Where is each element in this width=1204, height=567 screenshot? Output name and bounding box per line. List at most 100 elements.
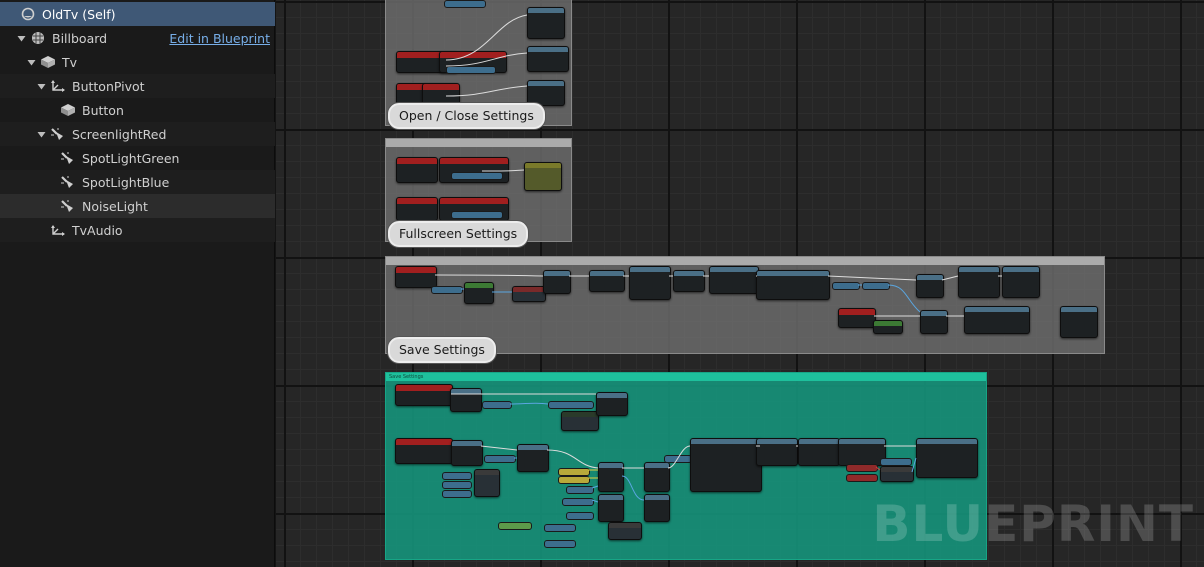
graph-node[interactable] (1060, 306, 1098, 338)
variable-node[interactable] (562, 498, 594, 506)
graph-node[interactable] (629, 266, 671, 300)
scene-icon (50, 78, 66, 94)
variable-node[interactable] (484, 455, 516, 463)
edit-in-blueprint-link[interactable]: Edit in Blueprint (169, 31, 270, 46)
comment-bubble-open-close[interactable]: Open / Close Settings (388, 103, 545, 129)
graph-node[interactable] (756, 438, 798, 466)
billboard-icon (30, 30, 46, 46)
graph-node[interactable] (395, 266, 437, 288)
chevron-down-icon[interactable] (26, 57, 36, 67)
graph-node[interactable] (838, 438, 886, 466)
tree-item-oldtv-self[interactable]: OldTv (Self) (0, 2, 275, 26)
variable-node[interactable] (498, 522, 532, 530)
variable-node[interactable] (446, 66, 496, 74)
graph-node[interactable] (451, 440, 483, 466)
graph-node[interactable] (756, 270, 830, 300)
graph-node[interactable] (1002, 266, 1040, 298)
variable-node[interactable] (558, 468, 590, 476)
graph-node[interactable] (524, 162, 562, 191)
tree-item-tv[interactable]: Tv (0, 50, 275, 74)
variable-node[interactable] (832, 282, 860, 290)
spotlight-icon (60, 198, 76, 214)
graph-node[interactable] (517, 444, 549, 472)
tree-item-tvaudio[interactable]: TvAudio (0, 218, 275, 242)
graph-node[interactable] (873, 320, 903, 334)
tree-item-label: NoiseLight (82, 198, 148, 214)
variable-node[interactable] (431, 286, 463, 294)
graph-node[interactable] (474, 469, 500, 497)
graph-node[interactable] (608, 522, 642, 540)
graph-node[interactable] (916, 274, 944, 298)
comment-header-upper (386, 257, 1104, 265)
variable-node[interactable] (558, 476, 590, 484)
graph-node[interactable] (598, 462, 624, 492)
graph-node[interactable] (920, 310, 948, 334)
variable-node[interactable] (442, 472, 472, 480)
tree-item-billboard[interactable]: Billboard Edit in Blueprint (0, 26, 275, 50)
variable-node[interactable] (442, 481, 472, 489)
tree-item-button[interactable]: Button (0, 98, 275, 122)
graph-node[interactable] (396, 157, 438, 183)
graph-node[interactable] (880, 466, 914, 482)
blueprint-graph-canvas[interactable]: Open / Close Settings Fullscreen Setting… (276, 0, 1204, 567)
graph-node[interactable] (964, 306, 1030, 334)
static-mesh-icon (40, 54, 56, 70)
tree-item-spotlightgreen[interactable]: SpotLightGreen (0, 146, 275, 170)
comment-bubble-fullscreen[interactable]: Fullscreen Settings (388, 221, 529, 247)
chevron-down-icon[interactable] (16, 33, 26, 43)
variable-node[interactable] (451, 211, 503, 219)
variable-node[interactable] (482, 401, 512, 409)
graph-node[interactable] (561, 411, 599, 431)
comment-bubble-save-settings[interactable]: Save Settings (388, 337, 496, 363)
variable-node[interactable] (544, 540, 576, 548)
graph-node[interactable] (395, 438, 453, 464)
tree-item-buttonpivot[interactable]: ButtonPivot (0, 74, 275, 98)
graph-node[interactable] (690, 438, 762, 492)
graph-node[interactable] (709, 266, 759, 294)
tree-item-spotlightblue[interactable]: SpotLightBlue (0, 170, 275, 194)
chevron-down-icon[interactable] (36, 129, 46, 139)
graph-node[interactable] (644, 462, 670, 492)
variable-node[interactable] (862, 282, 890, 290)
variable-node[interactable] (544, 524, 576, 532)
graph-node[interactable] (395, 384, 453, 406)
variable-node[interactable] (548, 401, 594, 409)
graph-node[interactable] (596, 392, 628, 416)
blueprint-watermark: BLUEPRINT (872, 495, 1194, 553)
graph-node[interactable] (598, 494, 624, 522)
chevron-down-icon[interactable] (36, 81, 46, 91)
variable-node[interactable] (566, 486, 594, 494)
graph-node[interactable] (527, 46, 569, 72)
variable-node[interactable] (451, 172, 503, 180)
graph-node[interactable] (527, 7, 565, 39)
variable-node[interactable] (566, 512, 594, 520)
graph-node[interactable] (450, 388, 482, 412)
tree-item-noiselight[interactable]: NoiseLight (0, 194, 275, 218)
variable-node[interactable] (846, 474, 878, 482)
graph-node[interactable] (543, 270, 571, 294)
graph-node[interactable] (798, 438, 840, 466)
variable-node[interactable] (444, 0, 486, 8)
variable-node[interactable] (442, 490, 472, 498)
variable-node[interactable] (846, 464, 878, 472)
graph-node[interactable] (589, 270, 625, 292)
variable-node[interactable] (664, 455, 692, 463)
graph-node[interactable] (644, 494, 670, 522)
graph-node[interactable] (916, 438, 978, 478)
spotlight-icon (50, 126, 66, 142)
tree-item-label: Tv (62, 54, 78, 70)
graph-node[interactable] (958, 266, 1000, 298)
graph-node[interactable] (673, 270, 705, 292)
graph-node[interactable] (512, 286, 546, 302)
tree-item-label: ButtonPivot (72, 78, 145, 94)
graph-node[interactable] (464, 282, 494, 304)
graph-node[interactable] (396, 197, 438, 221)
tree-item-label: SpotLightBlue (82, 174, 170, 190)
variable-node[interactable] (880, 458, 912, 466)
graph-node[interactable] (838, 308, 876, 328)
tree-item-screenlightred[interactable]: ScreenlightRed (0, 122, 275, 146)
